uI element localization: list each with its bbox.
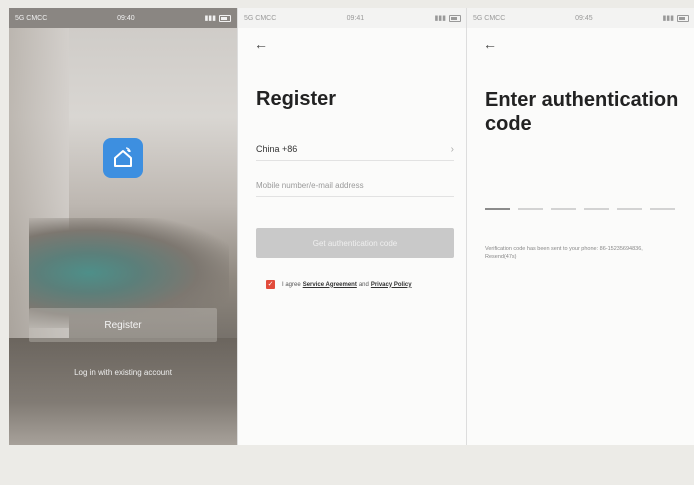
code-input-slots[interactable] bbox=[485, 208, 675, 210]
service-agreement-link[interactable]: Service Agreement bbox=[303, 282, 357, 288]
code-slot[interactable] bbox=[485, 208, 510, 210]
agree-prefix-text: I agree bbox=[282, 281, 301, 288]
page-title: Enter authentication code bbox=[485, 89, 679, 135]
time-label: 09:41 bbox=[346, 14, 365, 22]
carrier-label: 5G CMCC bbox=[473, 14, 506, 22]
battery-icon bbox=[677, 14, 689, 22]
carrier-label: 5G CMCC bbox=[15, 14, 48, 22]
page-title: Register bbox=[256, 88, 337, 110]
back-arrow-icon[interactable]: ← bbox=[483, 36, 497, 52]
home-wifi-icon bbox=[103, 138, 143, 178]
auth-code-screen: 5G CMCC 09:45 ▮▮▮ ← Enter authentication… bbox=[466, 8, 694, 445]
get-auth-code-button[interactable]: Get authentication code bbox=[256, 228, 454, 258]
battery-icon bbox=[449, 14, 461, 22]
back-arrow-icon[interactable]: ← bbox=[254, 36, 268, 52]
carrier-label: 5G CMCC bbox=[244, 14, 277, 22]
background-photo bbox=[9, 338, 237, 445]
privacy-policy-link[interactable]: Privacy Policy bbox=[371, 282, 412, 288]
status-icons: ▮▮▮ bbox=[662, 14, 689, 22]
code-slot[interactable] bbox=[518, 208, 543, 210]
verification-note: Verification code has been sent to your … bbox=[485, 246, 643, 260]
signal-icon: ▮▮▮ bbox=[204, 15, 216, 22]
chevron-right-icon: › bbox=[450, 143, 454, 155]
agree-checkbox[interactable]: ✓ bbox=[266, 280, 275, 289]
code-slot[interactable] bbox=[650, 208, 675, 210]
register-button[interactable]: Register bbox=[29, 308, 217, 342]
agreement-row: ✓ I agree Service Agreement and Privacy … bbox=[266, 280, 466, 289]
register-screen: 5G CMCC 09:41 ▮▮▮ ← Register China +86 ›… bbox=[237, 8, 467, 445]
time-label: 09:40 bbox=[117, 14, 135, 22]
country-code-label: China +86 bbox=[256, 144, 298, 154]
code-slot[interactable] bbox=[617, 208, 642, 210]
agree-and-text: and bbox=[358, 281, 369, 288]
phone-email-input[interactable] bbox=[256, 174, 454, 197]
status-icons: ▮▮▮ bbox=[204, 14, 231, 22]
signal-icon: ▮▮▮ bbox=[434, 15, 446, 22]
status-bar: 5G CMCC 09:40 ▮▮▮ bbox=[9, 8, 237, 28]
country-selector[interactable]: China +86 › bbox=[256, 138, 454, 161]
welcome-screen: 5G CMCC 09:40 ▮▮▮ Register Log in with e… bbox=[9, 8, 237, 445]
signal-icon: ▮▮▮ bbox=[662, 15, 674, 22]
status-bar: 5G CMCC 09:41 ▮▮▮ bbox=[238, 8, 467, 28]
time-label: 09:45 bbox=[575, 14, 593, 22]
status-icons: ▮▮▮ bbox=[434, 14, 461, 22]
status-bar: 5G CMCC 09:45 ▮▮▮ bbox=[467, 8, 694, 28]
battery-icon bbox=[219, 14, 231, 22]
code-slot[interactable] bbox=[584, 208, 609, 210]
code-slot[interactable] bbox=[551, 208, 576, 210]
login-existing-link[interactable]: Log in with existing account bbox=[29, 368, 217, 377]
